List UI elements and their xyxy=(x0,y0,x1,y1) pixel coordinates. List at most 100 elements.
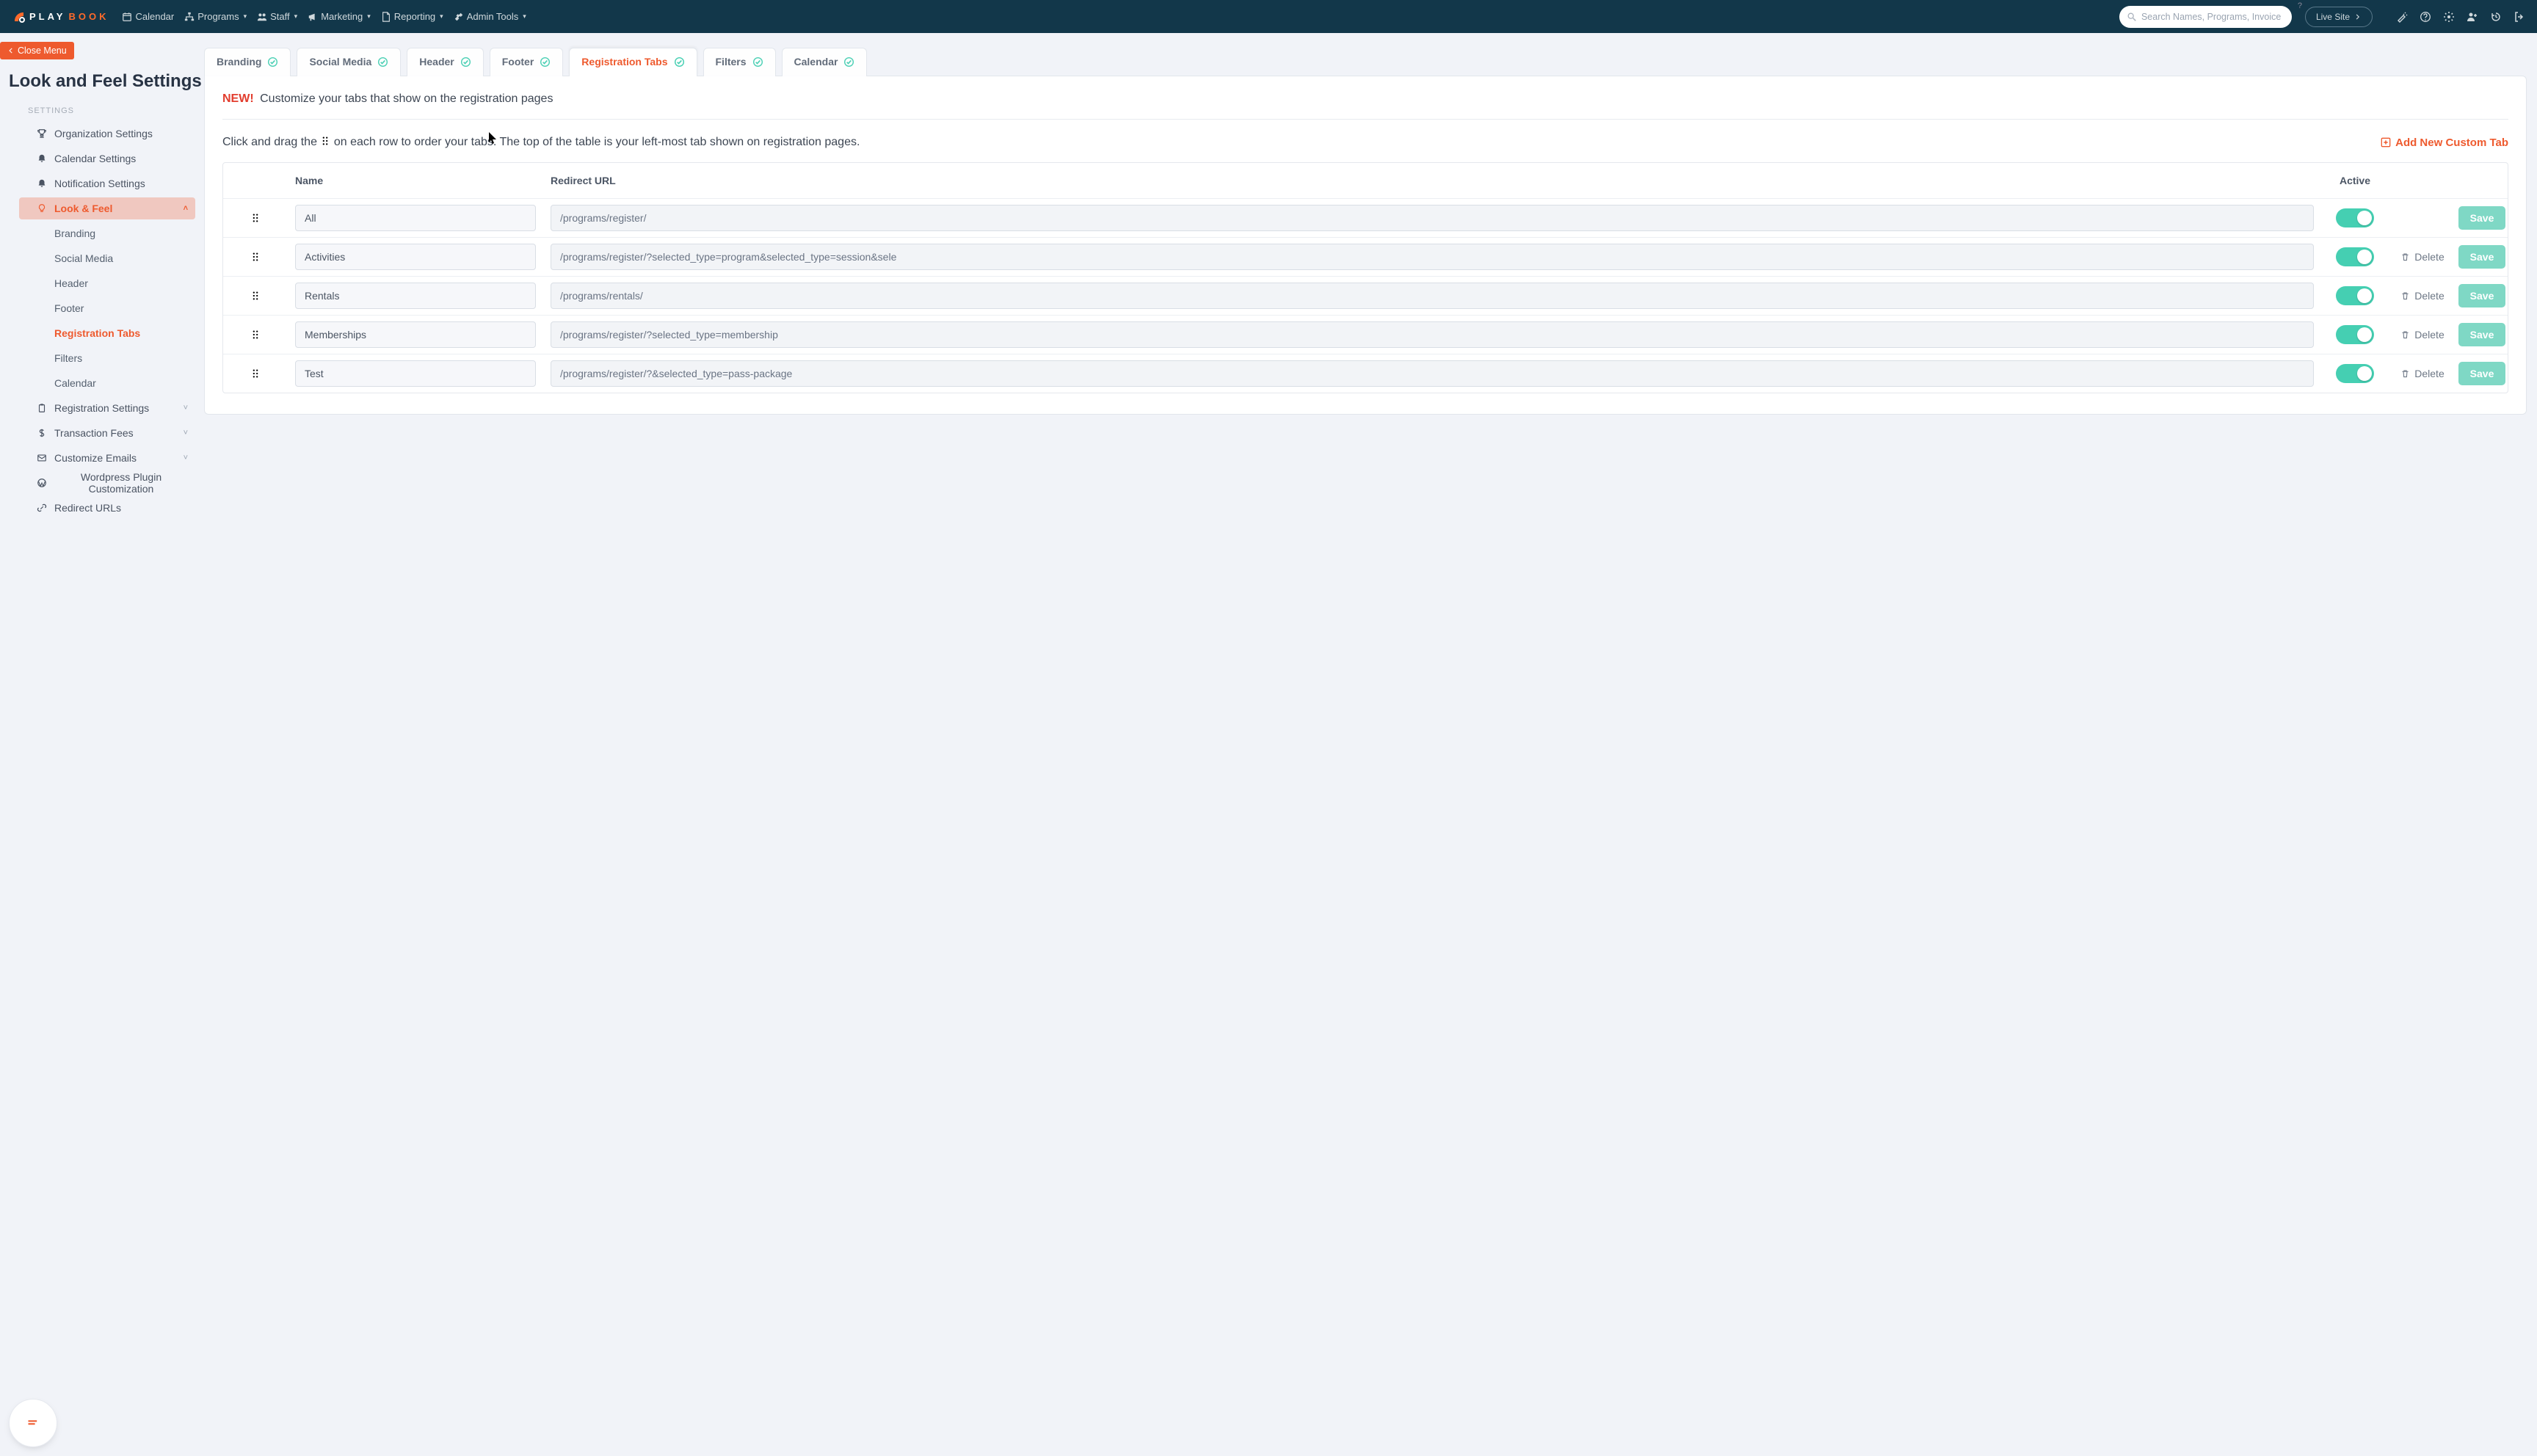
save-button[interactable]: Save xyxy=(2458,284,2506,307)
active-toggle[interactable] xyxy=(2336,325,2374,344)
tab-calendar[interactable]: Calendar xyxy=(782,48,868,76)
row-url-input[interactable] xyxy=(551,283,2314,309)
tab-registration-tabs[interactable]: Registration Tabs xyxy=(569,48,697,76)
row-url-input[interactable] xyxy=(551,244,2314,270)
nav-label: Calendar xyxy=(135,11,174,22)
sidebar-item-label: Redirect URLs xyxy=(54,502,121,514)
nav-marketing[interactable]: Marketing▾ xyxy=(308,11,371,22)
sidebar-item-customize-emails[interactable]: Customize Emails˅ xyxy=(19,447,195,469)
active-toggle[interactable] xyxy=(2336,247,2374,266)
sidebar-sub-header[interactable]: Header xyxy=(19,272,195,294)
save-label: Save xyxy=(2470,368,2494,379)
drag-handle-icon[interactable] xyxy=(250,330,261,340)
col-name: Name xyxy=(288,169,543,192)
drag-handle-icon[interactable] xyxy=(250,368,261,379)
drag-handle-icon[interactable] xyxy=(250,291,261,301)
add-custom-tab-button[interactable]: Add New Custom Tab xyxy=(2381,136,2508,149)
logout-icon[interactable] xyxy=(2514,11,2525,23)
sidebar-item-label: Registration Settings xyxy=(54,402,149,414)
chat-fab[interactable] xyxy=(13,1403,53,1443)
trash-icon xyxy=(2400,252,2410,262)
sidebar-item-notification-settings[interactable]: Notification Settings xyxy=(19,172,195,194)
nav-admin-tools[interactable]: Admin Tools▾ xyxy=(454,11,526,22)
row-url-input[interactable] xyxy=(551,360,2314,387)
history-icon[interactable] xyxy=(2490,11,2502,23)
users-icon xyxy=(257,12,267,22)
tab-social-media[interactable]: Social Media xyxy=(297,48,401,76)
drag-handle-icon[interactable] xyxy=(250,252,261,262)
banner: NEW! Customize your tabs that show on th… xyxy=(222,92,2508,106)
active-toggle[interactable] xyxy=(2336,364,2374,383)
add-user-icon[interactable] xyxy=(2467,11,2478,23)
tab-label: Calendar xyxy=(794,56,838,68)
sidebar-item-registration-settings[interactable]: Registration Settings˅ xyxy=(19,397,195,419)
sidebar-sub-footer[interactable]: Footer xyxy=(19,297,195,319)
search-input[interactable] xyxy=(2119,6,2292,28)
search-help-icon[interactable]: ? xyxy=(2298,1,2302,10)
sidebar-item-label: Calendar Settings xyxy=(54,153,136,164)
drag-handle-icon[interactable] xyxy=(250,213,261,223)
brand-play: PLAY xyxy=(29,11,65,22)
delete-label: Delete xyxy=(2414,368,2444,379)
check-circle-icon xyxy=(674,57,685,68)
table-header-row: Name Redirect URL Active xyxy=(223,163,2508,198)
chevron-down-icon: ˅ xyxy=(184,454,188,462)
save-button[interactable]: Save xyxy=(2458,323,2506,346)
row-name-input[interactable] xyxy=(295,321,536,348)
tab-footer[interactable]: Footer xyxy=(490,48,564,76)
close-menu-button[interactable]: Close Menu xyxy=(0,42,74,59)
trash-icon xyxy=(2400,291,2410,301)
save-button[interactable]: Save xyxy=(2458,362,2506,385)
sidebar-sub-calendar[interactable]: Calendar xyxy=(19,372,195,394)
sidebar-item-organization-settings[interactable]: Organization Settings xyxy=(19,123,195,145)
sidebar-item-transaction-fees[interactable]: Transaction Fees˅ xyxy=(19,422,195,444)
sidebar-item-calendar-settings[interactable]: Calendar Settings xyxy=(19,148,195,170)
instruction-a: Click and drag the xyxy=(222,136,320,148)
save-button[interactable]: Save xyxy=(2458,206,2506,230)
sidebar-sub-branding[interactable]: Branding xyxy=(19,222,195,244)
nav-calendar[interactable]: Calendar xyxy=(122,11,174,22)
sidebar-item-wordpress-plugin-customization[interactable]: Wordpress Plugin Customization xyxy=(19,472,195,494)
row-name-input[interactable] xyxy=(295,244,536,270)
save-label: Save xyxy=(2470,212,2494,224)
bell-icon xyxy=(37,153,47,164)
row-url-input[interactable] xyxy=(551,205,2314,231)
magic-wand-icon[interactable] xyxy=(2396,11,2408,23)
delete-button[interactable]: Delete xyxy=(2400,329,2444,341)
sidebar-sub-label: Header xyxy=(54,277,88,289)
delete-button[interactable]: Delete xyxy=(2400,290,2444,302)
row-name-input[interactable] xyxy=(295,283,536,309)
active-toggle[interactable] xyxy=(2336,208,2374,228)
topbar-utility-icons xyxy=(2396,11,2525,23)
sidebar-item-redirect-urls[interactable]: Redirect URLs xyxy=(19,497,195,519)
nav-staff[interactable]: Staff▾ xyxy=(257,11,297,22)
tab-branding[interactable]: Branding xyxy=(204,48,291,76)
row-name-input[interactable] xyxy=(295,360,536,387)
tab-label: Header xyxy=(419,56,454,68)
delete-button[interactable]: Delete xyxy=(2400,251,2444,263)
search-icon xyxy=(2127,12,2137,22)
row-url-input[interactable] xyxy=(551,321,2314,348)
nav-reporting[interactable]: Reporting▾ xyxy=(381,11,443,22)
page-title: Look and Feel Settings xyxy=(9,71,204,92)
nav-label: Reporting xyxy=(394,11,435,22)
gear-icon[interactable] xyxy=(2443,11,2455,23)
delete-button[interactable]: Delete xyxy=(2400,368,2444,379)
wordpress-icon xyxy=(37,478,47,488)
tab-header[interactable]: Header xyxy=(407,48,483,76)
sidebar-sub-filters[interactable]: Filters xyxy=(19,347,195,369)
sidebar-sub-social-media[interactable]: Social Media xyxy=(19,247,195,269)
trash-icon xyxy=(2400,330,2410,340)
save-button[interactable]: Save xyxy=(2458,245,2506,269)
nav-programs[interactable]: Programs▾ xyxy=(184,11,247,22)
brand-logo[interactable]: PLAYBOOK xyxy=(12,10,109,24)
add-custom-tab-label: Add New Custom Tab xyxy=(2395,136,2508,149)
help-icon[interactable] xyxy=(2420,11,2431,23)
active-toggle[interactable] xyxy=(2336,286,2374,305)
sidebar-sub-registration-tabs[interactable]: Registration Tabs xyxy=(19,322,195,344)
tab-filters[interactable]: Filters xyxy=(703,48,776,76)
sidebar-item-look-feel[interactable]: Look & Feel˄ xyxy=(19,197,195,219)
live-site-button[interactable]: Live Site xyxy=(2305,7,2373,27)
row-name-input[interactable] xyxy=(295,205,536,231)
sidebar-item-label: Wordpress Plugin Customization xyxy=(54,471,188,495)
